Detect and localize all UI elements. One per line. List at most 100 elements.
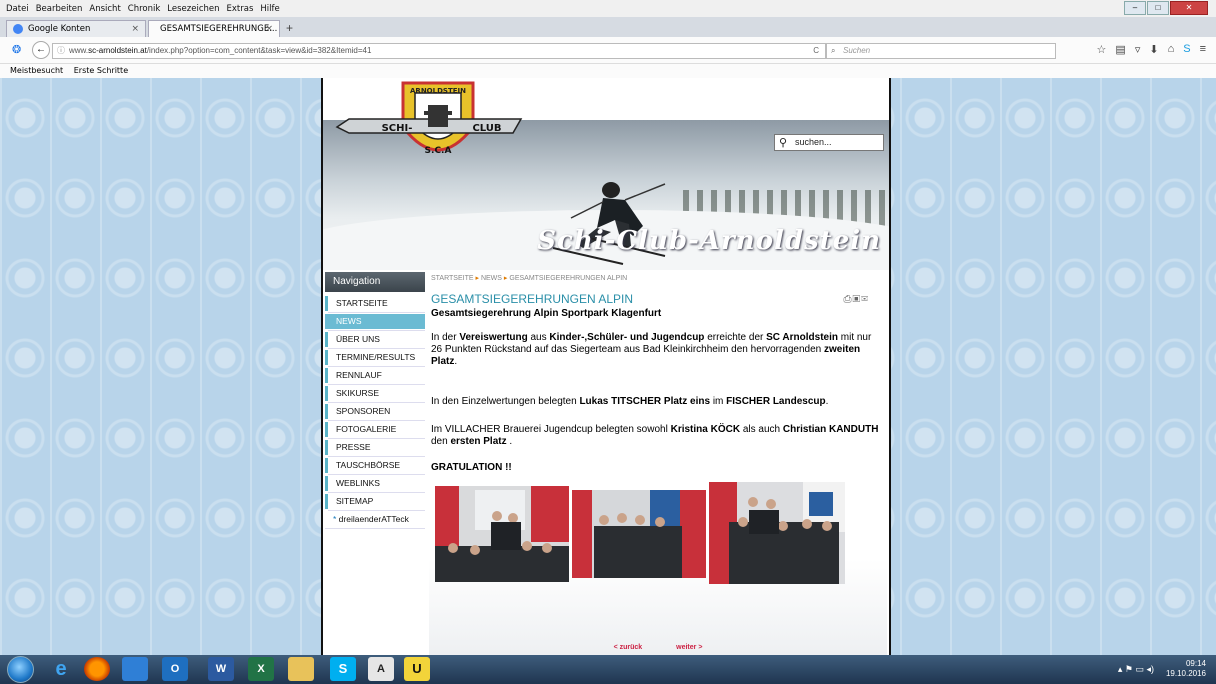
system-tray-icons[interactable]: ▴ ⚑ ▭ ◂): [1118, 664, 1154, 675]
skype-icon[interactable]: S: [1183, 43, 1190, 56]
text: im: [710, 396, 727, 407]
file-explorer-icon[interactable]: [288, 657, 314, 681]
minimize-button[interactable]: –: [1124, 1, 1146, 15]
close-button[interactable]: ✕: [1170, 1, 1208, 15]
menu-chronik[interactable]: Chronik: [128, 4, 161, 14]
award-photo-1[interactable]: [435, 486, 569, 582]
nav-item-sitemap[interactable]: SITEMAP: [325, 494, 425, 511]
url-path: /index.php?option=com_content&task=view&…: [146, 46, 372, 55]
start-button[interactable]: [7, 656, 34, 683]
article-subtitle: Gesamtsiegerehrung Alpin Sportpark Klage…: [431, 308, 662, 319]
breadcrumb-current: GESAMTSIEGEREHRUNGEN ALPIN: [509, 275, 628, 282]
logo-top-text: ARNOLDSTEIN: [410, 87, 466, 95]
article-pager: < zurück weiter >: [429, 644, 887, 651]
bookmark-erste-schritte[interactable]: Erste Schritte: [74, 66, 128, 75]
breadcrumb-news[interactable]: NEWS: [481, 275, 502, 282]
email-icon[interactable]: ✉: [861, 294, 869, 305]
menu-extras[interactable]: Extras: [227, 4, 254, 14]
text-bold: ersten Platz: [450, 436, 507, 447]
prev-link[interactable]: < zurück: [614, 644, 643, 651]
bookmark-meistbesucht[interactable]: Meistbesucht: [10, 66, 63, 75]
search-input[interactable]: ⌕ Suchen: [826, 43, 1056, 59]
nav-item-rennlauf[interactable]: RENNLAUF: [325, 368, 425, 385]
nav-item-fotogalerie[interactable]: FOTOGALERIE: [325, 422, 425, 439]
nav-item-news[interactable]: NEWS: [325, 314, 425, 331]
website-frame: ARNOLDSTEIN SCHI- CLUB S.C.A ⚲ suchen...…: [321, 78, 891, 655]
url-bar[interactable]: ⓘ www.sc-arnoldstein.at/index.php?option…: [52, 43, 826, 59]
tab-gesamtsiegerehrunge[interactable]: GESAMTSIEGEREHRUNGE... ×: [148, 20, 280, 37]
nav-item-ueber-uns[interactable]: ÜBER UNS: [325, 332, 425, 349]
nav-item-startseite[interactable]: STARTSEITE: [325, 296, 425, 313]
url-domain: sc-arnoldstein.at: [88, 46, 147, 55]
outlook-icon[interactable]: O: [162, 657, 188, 681]
next-link[interactable]: weiter >: [676, 644, 702, 651]
close-tab-icon[interactable]: ×: [265, 24, 273, 34]
reload-icon[interactable]: C: [813, 44, 819, 58]
photo-gallery: [433, 482, 887, 611]
firefox-sync-icon[interactable]: ❂: [12, 43, 21, 56]
text-bold: SC Arnoldstein: [766, 332, 838, 343]
site-search-input[interactable]: ⚲ suchen...: [774, 134, 884, 151]
tab-bar: Google Konten × GESAMTSIEGEREHRUNGE... ×…: [0, 17, 1216, 37]
site-search-value: suchen...: [795, 137, 832, 147]
award-photo-2[interactable]: [572, 490, 706, 578]
nav-item-weblinks[interactable]: WEBLINKS: [325, 476, 425, 493]
media-player-icon[interactable]: [122, 657, 148, 681]
breadcrumb: STARTSEITE ▸ NEWS ▸ GESAMTSIEGEREHRUNGEN…: [429, 272, 887, 284]
bookmark-star-icon[interactable]: ☆: [1097, 43, 1107, 56]
paragraph-jugendcup: Im VILLACHER Brauerei Jugendcup belegten…: [429, 424, 881, 448]
text-bold: FISCHER Landescup: [726, 396, 826, 407]
nav-item-label: dreilaenderATTeck: [338, 514, 409, 524]
text: .: [454, 356, 458, 367]
nav-item-sponsoren[interactable]: SPONSOREN: [325, 404, 425, 421]
menu-ansicht[interactable]: Ansicht: [89, 4, 120, 14]
award-photo-3[interactable]: [709, 482, 845, 584]
app-u-icon[interactable]: U: [404, 657, 430, 681]
text-bold: Kristina KÖCK: [670, 424, 741, 435]
nav-item-tauschboerse[interactable]: TAUSCHBÖRSE: [325, 458, 425, 475]
menu-lesezeichen[interactable]: Lesezeichen: [167, 4, 219, 14]
text: als auch: [740, 424, 783, 435]
text: .: [506, 436, 513, 447]
paragraph-vereinswertung: In der Vereiswertung aus Kinder-,Schüler…: [429, 332, 881, 368]
print-icon[interactable]: ▣: [852, 294, 861, 305]
info-icon[interactable]: ⓘ: [57, 44, 65, 58]
menu-hamburger-icon[interactable]: ≡: [1200, 43, 1206, 56]
close-tab-icon[interactable]: ×: [131, 24, 139, 34]
club-logo-image: ARNOLDSTEIN SCHI- CLUB S.C.A: [335, 81, 523, 156]
acrobat-icon[interactable]: A: [368, 657, 394, 681]
firefox-icon[interactable]: [84, 657, 110, 681]
excel-icon[interactable]: X: [248, 657, 274, 681]
toolbar-icons: ☆ ▤ ▿ ⬇ ⌂ S ≡: [1097, 43, 1206, 56]
breadcrumb-arrow-icon: ▸: [475, 275, 479, 282]
skype-icon[interactable]: S: [330, 657, 356, 681]
breadcrumb-startseite[interactable]: STARTSEITE: [431, 275, 474, 282]
nav-item-termine-results[interactable]: TERMINE/RESULTS: [325, 350, 425, 367]
download-icon[interactable]: ⬇: [1149, 43, 1158, 56]
clock[interactable]: 09:14 19.10.2016: [1166, 659, 1206, 679]
text-bold: Vereiswertung: [459, 332, 528, 343]
menu-datei[interactable]: Datei: [6, 4, 29, 14]
menu-bearbeiten[interactable]: Bearbeiten: [36, 4, 83, 14]
search-placeholder: Suchen: [843, 46, 871, 55]
internet-explorer-icon[interactable]: e: [48, 657, 74, 681]
nav-item-presse[interactable]: PRESSE: [325, 440, 425, 457]
nav-item-dreilaender[interactable]: * dreilaenderATTeck: [325, 512, 425, 529]
brand-title: Schi-Club-Arnoldstein: [537, 226, 881, 256]
maximize-button[interactable]: □: [1147, 1, 1169, 15]
menu-bar: Datei Bearbeiten Ansicht Chronik Lesezei…: [0, 0, 1216, 17]
word-icon[interactable]: W: [208, 657, 234, 681]
reading-list-icon[interactable]: ▤: [1115, 43, 1125, 56]
new-tab-button[interactable]: +: [286, 21, 293, 35]
home-icon[interactable]: ⌂: [1168, 43, 1175, 56]
tab-google-konten[interactable]: Google Konten ×: [6, 20, 146, 37]
breadcrumb-arrow-icon: ▸: [503, 275, 508, 282]
tab-label: Google Konten: [28, 24, 91, 34]
left-navigation: Navigation STARTSEITE NEWS ÜBER UNS TERM…: [325, 272, 425, 530]
pocket-icon[interactable]: ▿: [1135, 43, 1141, 56]
menu-hilfe[interactable]: Hilfe: [260, 4, 279, 14]
search-icon: ⚲: [779, 137, 788, 149]
nav-item-skikurse[interactable]: SKIKURSE: [325, 386, 425, 403]
back-button[interactable]: ←: [32, 41, 50, 59]
text: aus: [527, 332, 550, 343]
